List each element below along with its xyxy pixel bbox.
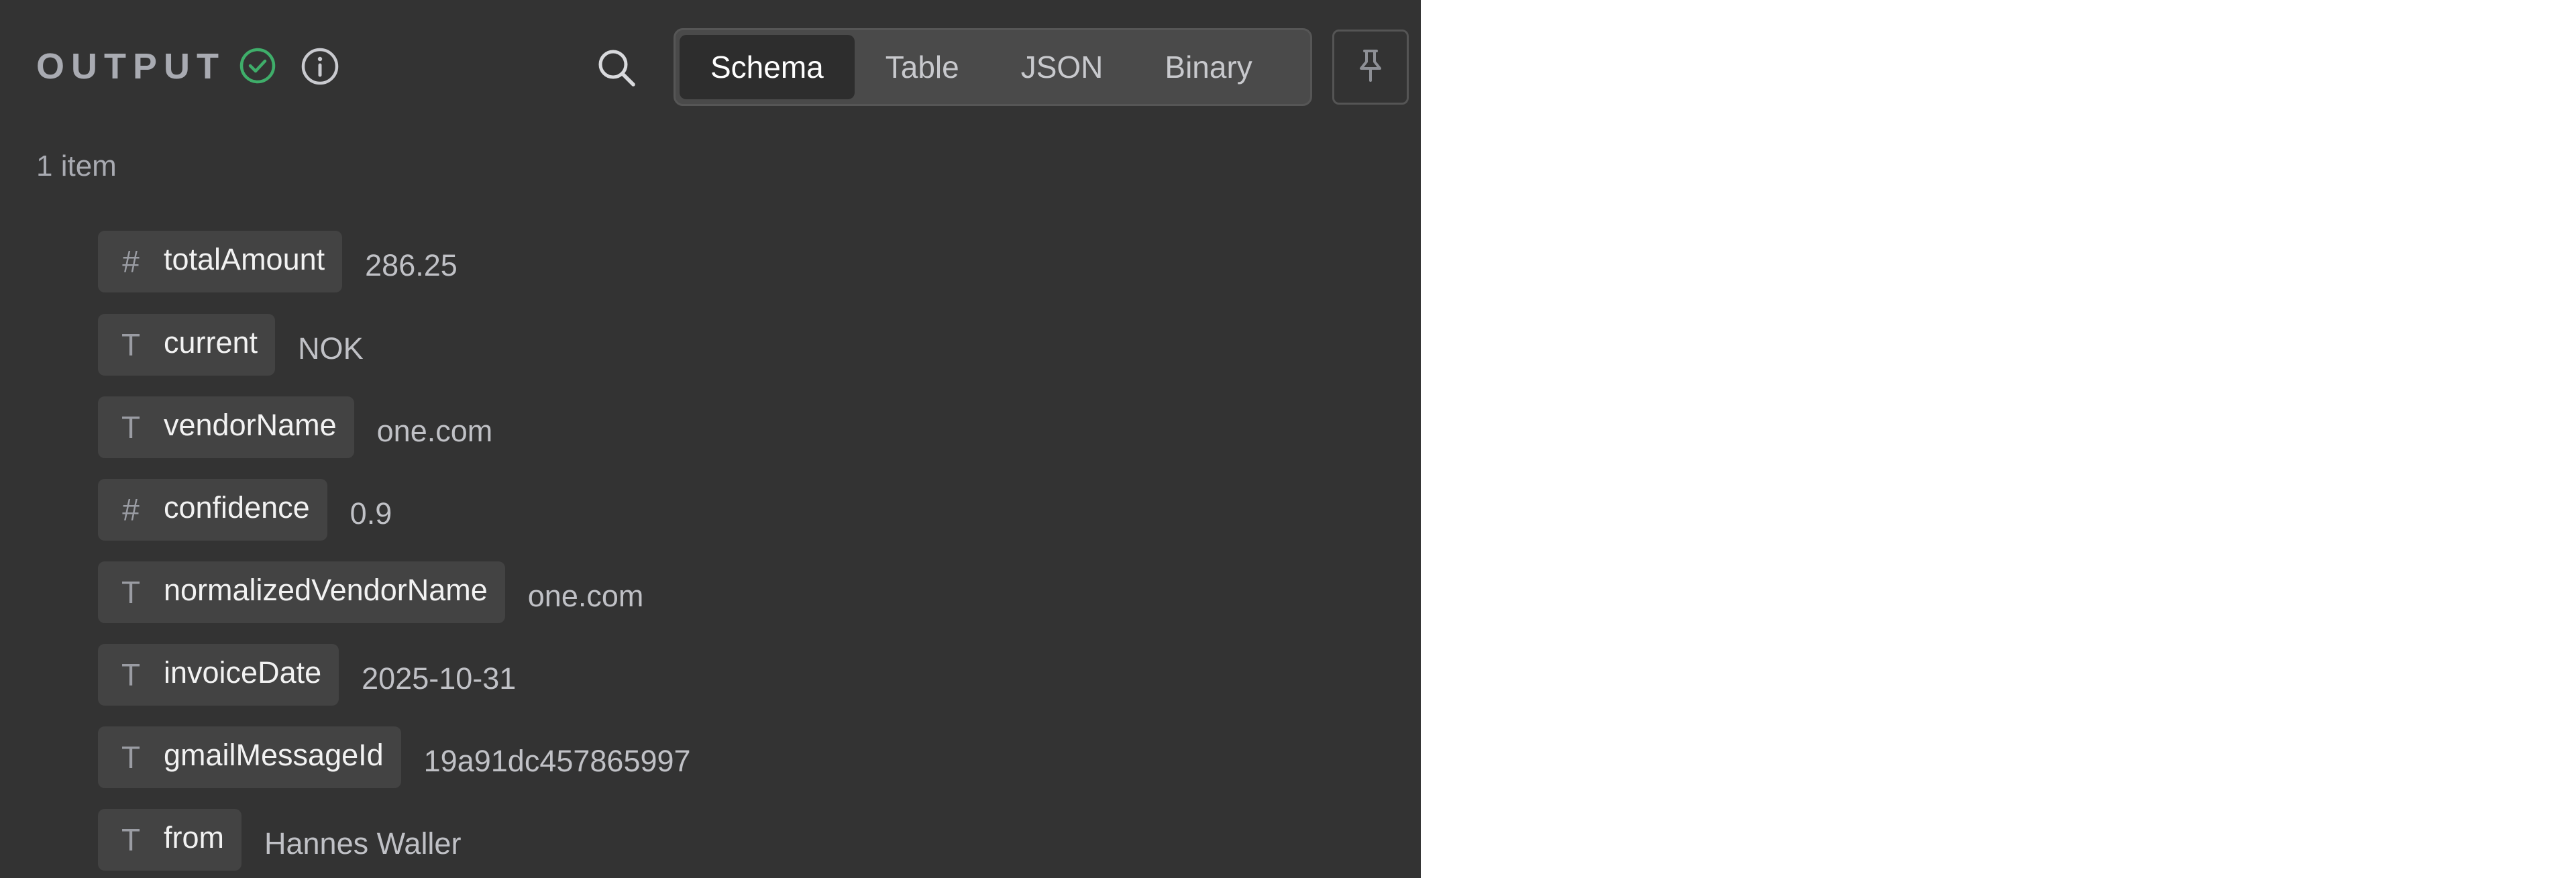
info-circle-icon[interactable] <box>301 47 339 86</box>
field-value: 0.9 <box>350 496 392 531</box>
field-pill-totalAmount[interactable]: # totalAmount <box>98 231 343 292</box>
text-type-icon: T <box>121 740 141 775</box>
schema-row: T from Hannes Waller <box>98 809 461 871</box>
text-type-icon: T <box>121 822 141 857</box>
field-pill-from[interactable]: T from <box>98 809 241 871</box>
field-value: one.com <box>376 414 493 448</box>
schema-row: T vendorName one.com <box>98 396 492 458</box>
schema-row: T invoiceDate 2025-10-31 <box>98 644 516 706</box>
output-header: OUTPUT Schema Table JSON Binary <box>0 0 1421 134</box>
schema-row: # totalAmount 286.25 <box>98 231 458 292</box>
field-pill-current[interactable]: T current <box>98 314 276 376</box>
field-key: normalizedVendorName <box>164 573 488 607</box>
text-type-icon: T <box>121 327 141 362</box>
hash-icon: # <box>122 244 140 279</box>
field-value: 2025-10-31 <box>362 661 517 696</box>
schema-row: # confidence 0.9 <box>98 479 392 541</box>
field-key: invoiceDate <box>164 655 322 690</box>
output-panel: OUTPUT Schema Table JSON Binary 1 item #… <box>0 0 1421 878</box>
item-count: 1 item <box>36 150 117 182</box>
field-key: confidence <box>164 490 310 525</box>
field-key: gmailMessageId <box>164 738 384 772</box>
text-type-icon: T <box>121 575 141 610</box>
tab-schema[interactable]: Schema <box>680 35 855 99</box>
schema-row: T gmailMessageId 19a91dc457865997 <box>98 726 691 788</box>
schema-row: T current NOK <box>98 314 364 376</box>
field-value: 19a91dc457865997 <box>423 744 691 778</box>
check-circle-icon <box>239 47 276 85</box>
tab-table[interactable]: Table <box>855 35 990 99</box>
schema-row: T normalizedVendorName one.com <box>98 561 643 623</box>
field-key: current <box>164 325 258 360</box>
field-value: Hannes Waller <box>264 826 462 861</box>
text-type-icon: T <box>121 657 141 692</box>
field-pill-normalizedVendorName[interactable]: T normalizedVendorName <box>98 561 505 623</box>
field-key: totalAmount <box>164 242 325 276</box>
field-key: from <box>164 820 224 855</box>
output-title: OUTPUT <box>36 46 225 87</box>
hash-icon: # <box>122 492 140 527</box>
search-icon[interactable] <box>596 47 637 89</box>
tab-json[interactable]: JSON <box>990 35 1134 99</box>
text-type-icon: T <box>121 410 141 445</box>
pin-icon <box>1354 47 1387 88</box>
field-value: NOK <box>298 331 364 366</box>
field-pill-confidence[interactable]: # confidence <box>98 479 327 541</box>
field-pill-vendorName[interactable]: T vendorName <box>98 396 354 458</box>
field-key: vendorName <box>164 408 337 442</box>
view-mode-tabs: Schema Table JSON Binary <box>674 28 1312 106</box>
field-pill-gmailMessageId[interactable]: T gmailMessageId <box>98 726 401 788</box>
field-value: one.com <box>527 579 644 613</box>
field-value: 286.25 <box>365 248 458 282</box>
tab-binary[interactable]: Binary <box>1134 35 1283 99</box>
field-pill-invoiceDate[interactable]: T invoiceDate <box>98 644 339 706</box>
pin-button[interactable] <box>1332 30 1409 105</box>
